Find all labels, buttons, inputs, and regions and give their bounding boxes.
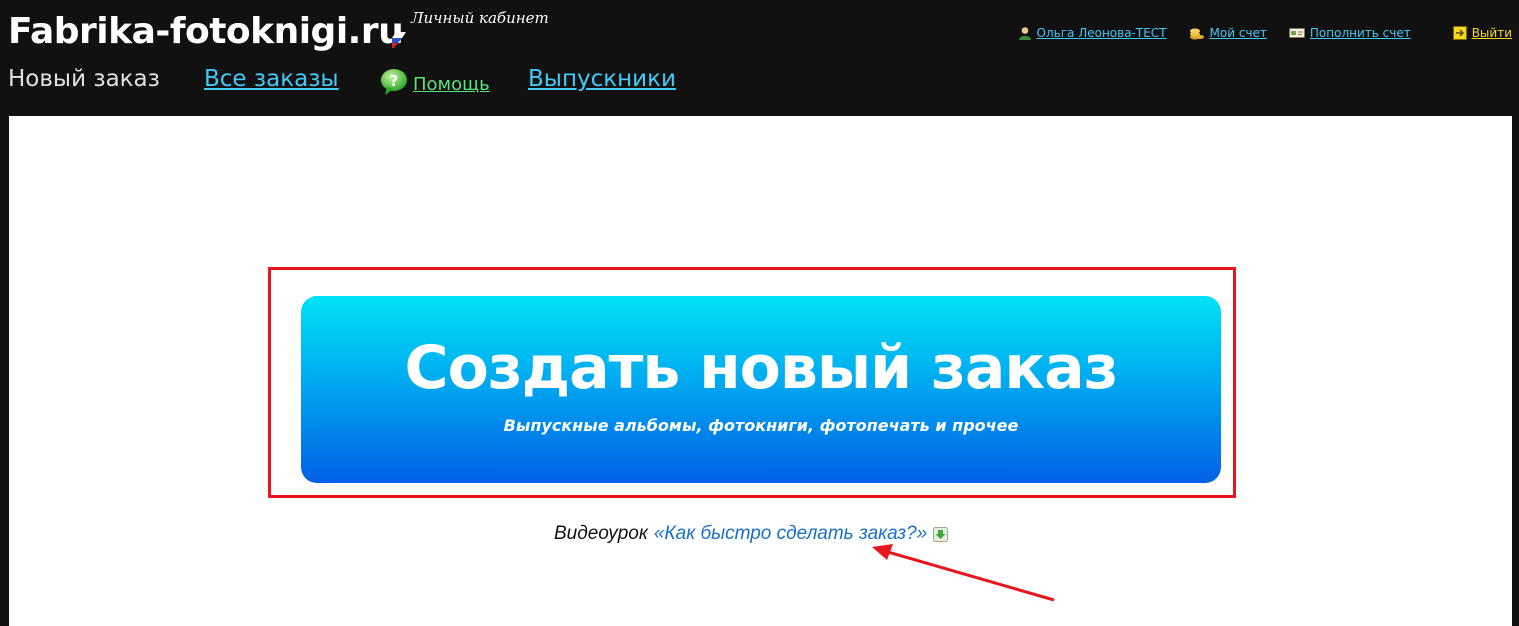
topup-label[interactable]: Пополнить счет — [1310, 26, 1411, 40]
nav-help[interactable]: ? Помощь — [379, 67, 490, 97]
exit-icon — [1452, 26, 1467, 40]
account-label[interactable]: Мой счет — [1210, 26, 1267, 40]
user-icon — [1018, 27, 1031, 40]
account-link[interactable]: Мой счет — [1189, 25, 1267, 41]
video-lesson: Видеоурок «Как быстро сделать заказ?» — [554, 523, 949, 545]
header: Fabrika-fotoknigi.ru Личный кабинет Новы… — [0, 0, 1519, 116]
coins-icon — [1189, 28, 1204, 40]
user-link[interactable]: Ольга Леонова-ТЕСТ — [1018, 26, 1167, 40]
exit-link[interactable]: Выйти — [1452, 26, 1512, 40]
help-label[interactable]: Помощь — [413, 74, 490, 95]
wallet-icon — [1288, 28, 1305, 38]
help-bubble-icon: ? — [381, 69, 407, 95]
top-links: Ольга Леонова-ТЕСТ Мой счет Пополнить сч… — [996, 24, 1512, 42]
create-order-button[interactable]: Создать новый заказ Выпускные альбомы, ф… — [301, 296, 1221, 483]
user-name[interactable]: Ольга Леонова-ТЕСТ — [1037, 26, 1167, 40]
nav-new-order: Новый заказ — [8, 66, 160, 92]
svg-text:?: ? — [390, 72, 399, 90]
exit-label[interactable]: Выйти — [1472, 26, 1512, 40]
cabinet-label: Личный кабинет — [411, 9, 549, 27]
flag-icon — [392, 32, 406, 48]
create-order-subtitle: Выпускные альбомы, фотокниги, фотопечать… — [503, 416, 1019, 435]
nav-graduates[interactable]: Выпускники — [528, 66, 676, 92]
topup-link[interactable]: Пополнить счет — [1288, 26, 1411, 40]
nav-all-orders[interactable]: Все заказы — [204, 66, 339, 92]
video-lesson-link[interactable]: «Как быстро сделать заказ?» — [654, 523, 927, 545]
create-order-title: Создать новый заказ — [404, 333, 1119, 403]
site-logo[interactable]: Fabrika-fotoknigi.ru — [8, 14, 404, 50]
main-content: Создать новый заказ Выпускные альбомы, ф… — [9, 116, 1512, 626]
download-icon[interactable] — [933, 526, 949, 542]
video-prefix: Видеоурок — [554, 523, 648, 544]
